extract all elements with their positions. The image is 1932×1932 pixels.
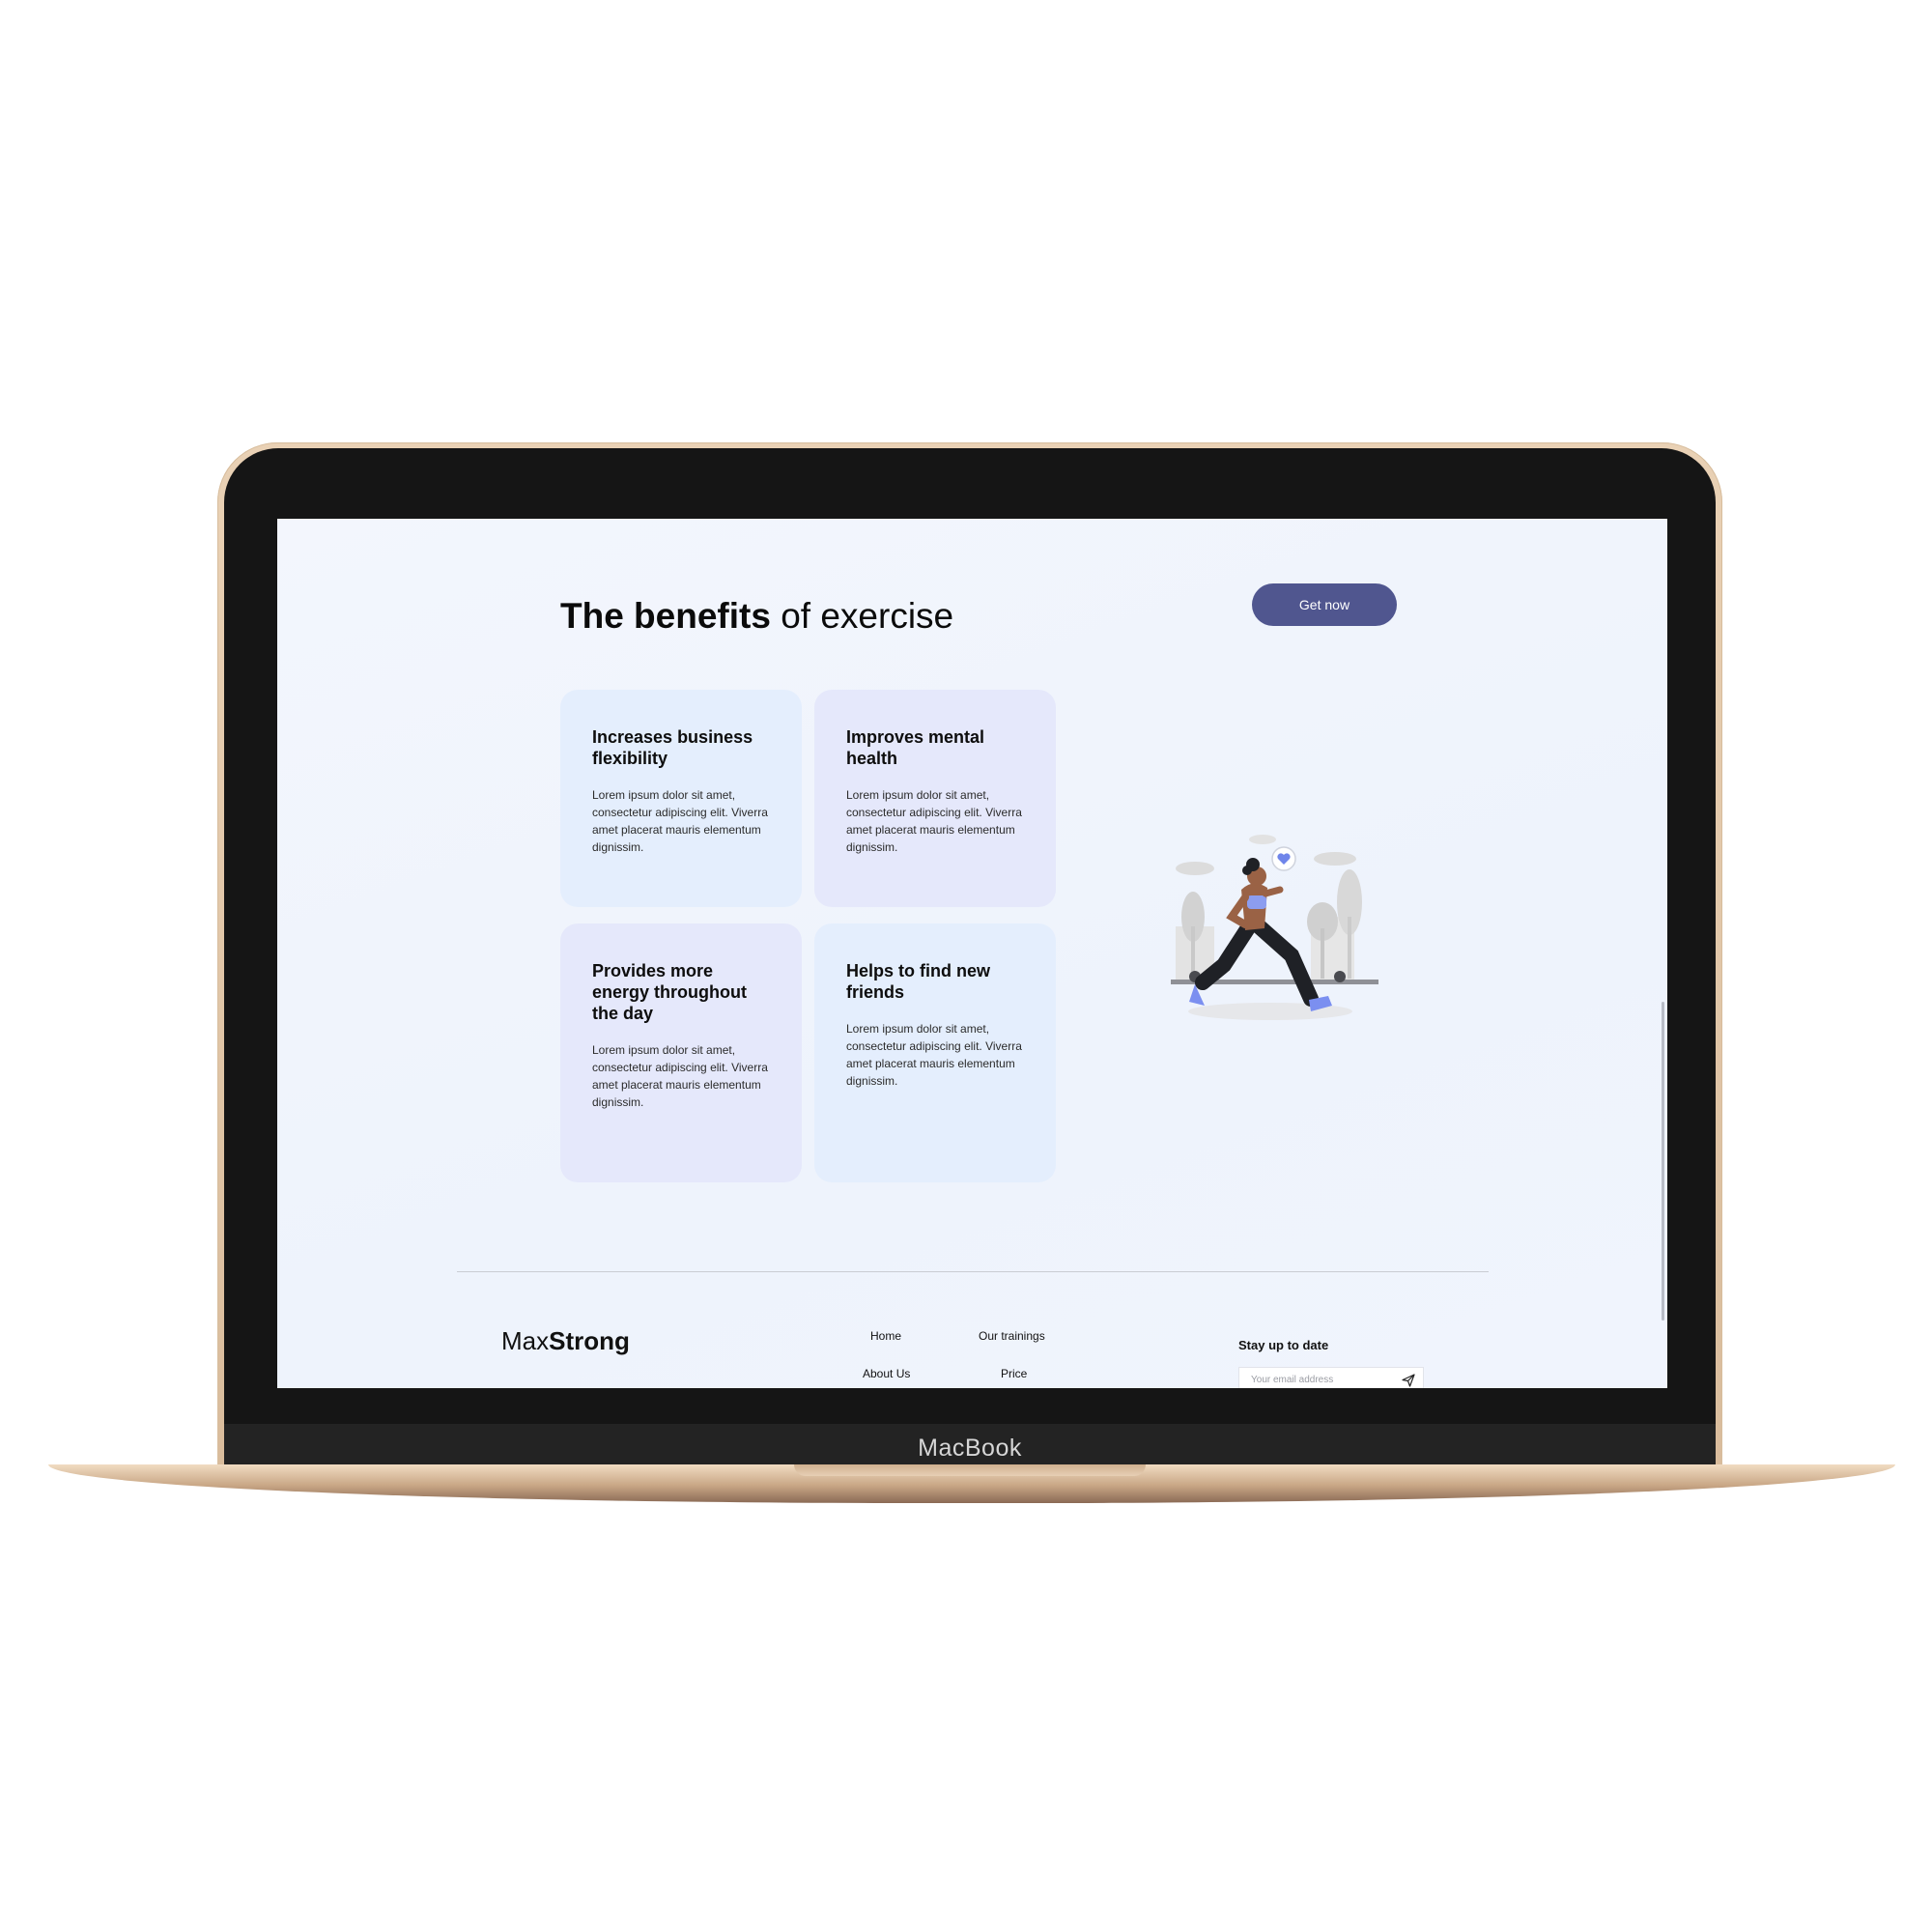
- footer-nav-home[interactable]: Home: [870, 1329, 901, 1343]
- benefit-card-text: Lorem ipsum dolor sit amet, consectetur …: [592, 788, 768, 854]
- newsletter-title: Stay up to date: [1238, 1338, 1329, 1352]
- page-title-rest: of exercise: [770, 596, 954, 636]
- benefit-card-title: Improves mental health: [846, 727, 985, 768]
- footer-logo-bold: Strong: [549, 1326, 630, 1355]
- scrollbar-thumb[interactable]: [1662, 1002, 1664, 1321]
- email-input[interactable]: [1249, 1374, 1398, 1386]
- page-title-bold: The benefits: [560, 596, 771, 636]
- newsletter-form: [1238, 1367, 1424, 1388]
- laptop-mockup: MacBook The benefits of exercise Get now…: [0, 0, 1932, 1932]
- footer-nav-about-us[interactable]: About Us: [863, 1367, 910, 1380]
- send-icon[interactable]: [1402, 1374, 1415, 1387]
- benefit-card-title: Helps to find new friends: [846, 961, 991, 1002]
- benefit-card-text: Lorem ipsum dolor sit amet, consectetur …: [846, 1022, 1022, 1088]
- footer-nav-price[interactable]: Price: [1001, 1367, 1027, 1380]
- runner-illustration: [1171, 835, 1378, 1020]
- benefit-card-text: Lorem ipsum dolor sit amet, consectetur …: [846, 788, 1022, 854]
- page-title: The benefits of exercise: [560, 596, 953, 637]
- benefit-card: Helps to find new friends Lorem ipsum do…: [814, 923, 1056, 1182]
- footer-logo[interactable]: MaxStrong: [501, 1326, 630, 1356]
- benefit-card: Provides more energy throughout the day …: [560, 923, 802, 1182]
- get-now-button[interactable]: Get now: [1252, 583, 1397, 626]
- footer-divider: [457, 1271, 1489, 1272]
- benefit-card-text: Lorem ipsum dolor sit amet, consectetur …: [592, 1043, 768, 1109]
- footer-logo-light: Max: [501, 1326, 550, 1355]
- laptop-hinge-notch: [794, 1464, 1146, 1476]
- browser-viewport: The benefits of exercise Get now Increas…: [277, 519, 1667, 1388]
- benefit-card: Increases business flexibility Lorem ips…: [560, 690, 802, 907]
- benefit-card-title: Increases business flexibility: [592, 727, 753, 768]
- footer-nav-our-trainings[interactable]: Our trainings: [979, 1329, 1045, 1343]
- benefit-card-title: Provides more energy throughout the day: [592, 961, 747, 1023]
- benefit-card: Improves mental health Lorem ipsum dolor…: [814, 690, 1056, 907]
